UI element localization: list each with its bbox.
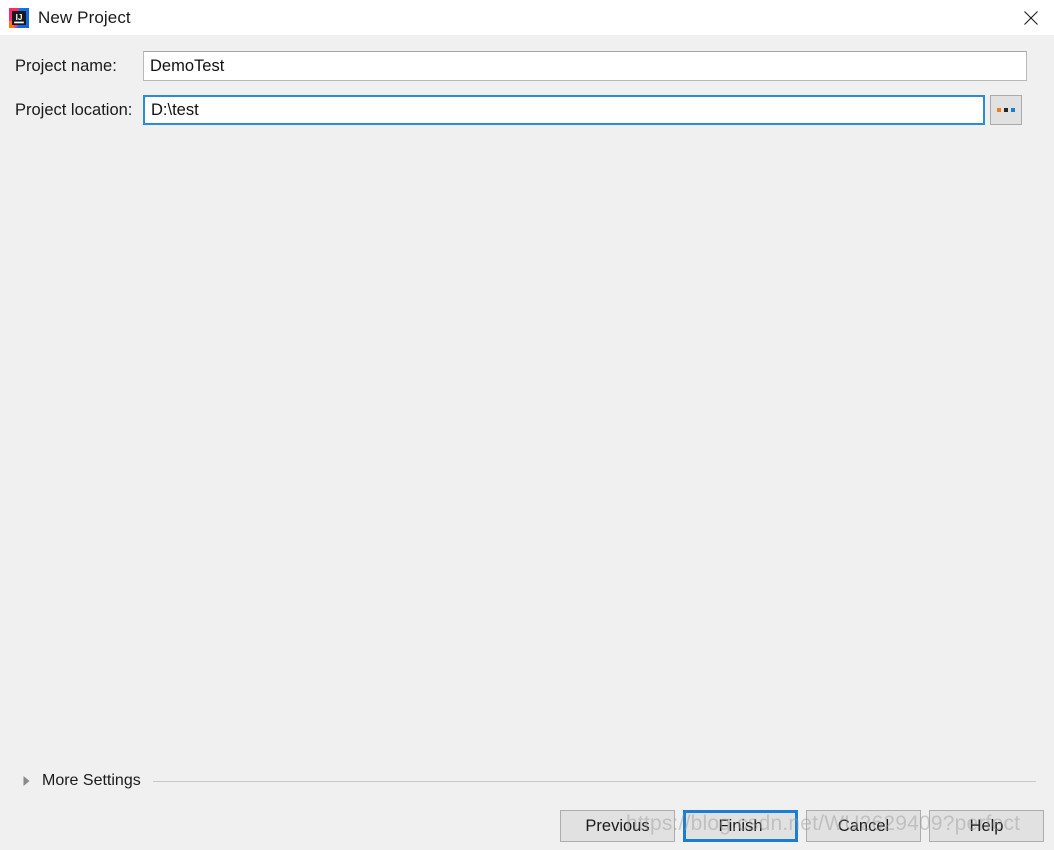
svg-text:IJ: IJ: [16, 13, 23, 22]
new-project-dialog: IJ New Project Project name: Project loc…: [0, 0, 1054, 850]
previous-button[interactable]: Previous: [560, 810, 675, 842]
ellipsis-dot-icon: [1011, 108, 1015, 112]
dialog-button-bar: Previous Finish Cancel Help: [560, 810, 1044, 842]
close-icon[interactable]: [1008, 0, 1054, 35]
dialog-content: Project name: Project location: More Set…: [0, 35, 1054, 850]
help-button[interactable]: Help: [929, 810, 1044, 842]
ellipsis-dot-icon: [1004, 108, 1008, 112]
ellipsis-dot-icon: [997, 108, 1001, 112]
browse-location-button[interactable]: [990, 95, 1022, 125]
project-location-row: Project location:: [0, 95, 1054, 125]
title-bar: IJ New Project: [0, 0, 1054, 35]
project-location-label: Project location:: [15, 100, 133, 119]
project-location-input[interactable]: [143, 95, 985, 125]
more-settings-toggle[interactable]: More Settings: [0, 769, 1054, 793]
finish-button[interactable]: Finish: [683, 810, 798, 842]
cancel-button[interactable]: Cancel: [806, 810, 921, 842]
intellij-idea-icon: IJ: [9, 7, 29, 28]
project-name-label: Project name:: [15, 56, 117, 75]
project-name-input[interactable]: [143, 51, 1027, 81]
window-title: New Project: [38, 7, 131, 27]
project-name-row: Project name:: [0, 51, 1054, 81]
dialog-footer: More Settings Previous Finish Cancel Hel…: [0, 740, 1054, 850]
separator-line: [152, 780, 1036, 782]
more-settings-label: More Settings: [42, 772, 141, 789]
chevron-right-icon: [22, 775, 31, 787]
